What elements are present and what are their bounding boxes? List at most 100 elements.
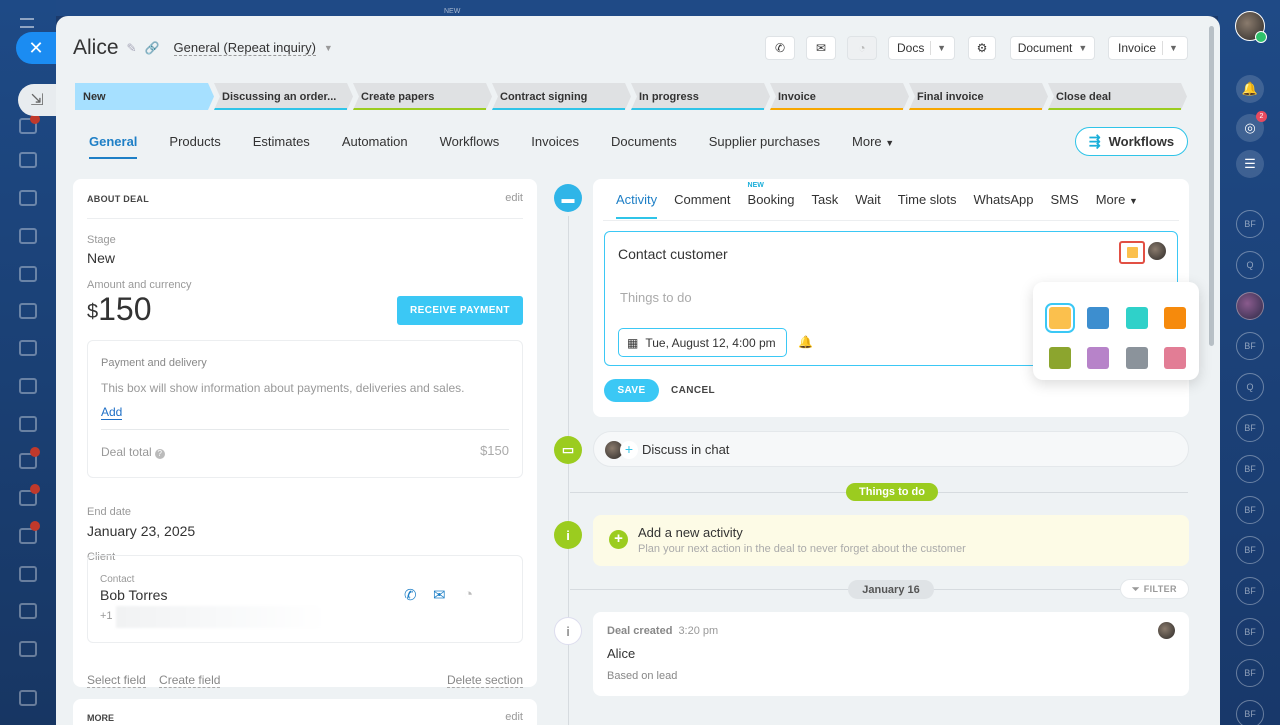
sites-icon[interactable] — [19, 566, 37, 582]
right-contact-avatar[interactable]: BF — [1236, 577, 1264, 606]
stage-4[interactable]: In progress — [631, 83, 770, 110]
about-edit-link[interactable]: edit — [505, 192, 523, 204]
right-contact-avatar[interactable]: BF — [1236, 210, 1264, 238]
right-contact-avatar[interactable] — [1236, 291, 1264, 320]
tab-documents[interactable]: Documents — [611, 134, 677, 159]
tab-products[interactable]: Products — [169, 134, 220, 159]
right-contact-avatar[interactable]: Q — [1236, 250, 1264, 279]
shield-icon[interactable] — [19, 190, 37, 206]
receive-payment-button[interactable]: RECEIVE PAYMENT — [397, 296, 523, 325]
more-edit-link[interactable]: edit — [505, 711, 523, 723]
scrollbar[interactable] — [1209, 26, 1214, 346]
deadline-picker[interactable]: ▦ Tue, August 12, 4:00 pm — [618, 328, 787, 357]
tab-wait[interactable]: Wait — [855, 192, 881, 219]
calendar-icon[interactable] — [19, 228, 37, 244]
color-swatch[interactable] — [1126, 347, 1148, 369]
user-avatar[interactable] — [1235, 11, 1267, 43]
phone-icon[interactable]: ✆ — [404, 586, 417, 604]
add-payment-link[interactable]: Add — [101, 405, 123, 420]
feed-icon[interactable] — [19, 152, 37, 168]
category-selector[interactable]: General (Repeat inquiry) — [173, 40, 316, 56]
right-contact-avatar[interactable]: BF — [1236, 414, 1264, 442]
link-icon[interactable]: 🔗 — [145, 41, 160, 55]
document-icon[interactable] — [19, 266, 37, 282]
color-swatch[interactable] — [1164, 307, 1186, 329]
chevron-down-icon[interactable]: ▼ — [324, 43, 333, 53]
deal-created-name[interactable]: Alice — [607, 646, 635, 661]
chat-button[interactable]: ◔ — [847, 36, 877, 60]
menu-icon[interactable] — [20, 18, 34, 28]
help-icon[interactable]: ? — [154, 449, 165, 459]
color-swatch[interactable] — [1164, 347, 1186, 369]
filter-button[interactable]: ⏷ FILTER — [1120, 579, 1189, 599]
board-icon[interactable] — [19, 303, 37, 319]
call-button[interactable]: ✆ — [765, 36, 795, 60]
close-panel-button[interactable]: ✕ — [16, 32, 56, 64]
stage-2[interactable]: Create papers — [353, 83, 492, 110]
settings-button[interactable]: ⚙ — [968, 36, 996, 60]
tab-activity[interactable]: Activity — [616, 192, 658, 219]
edit-pencil-icon[interactable]: ✎ — [127, 41, 137, 55]
tab-general[interactable]: General — [89, 134, 138, 159]
add-participant-icon[interactable]: + — [620, 441, 638, 459]
chat-bubble-icon[interactable]: ☰ — [1236, 150, 1264, 178]
color-picker-button[interactable] — [1119, 241, 1145, 264]
color-swatch[interactable] — [1087, 347, 1109, 369]
mail-icon[interactable]: ✉ — [433, 586, 446, 604]
right-contact-avatar[interactable]: BF — [1236, 699, 1264, 725]
right-contact-avatar[interactable]: Q — [1236, 373, 1264, 402]
workflows-button[interactable]: ⇶ Workflows — [1075, 127, 1188, 156]
right-contact-avatar[interactable]: BF — [1236, 658, 1264, 687]
tab-booking[interactable]: NEW Booking — [748, 182, 795, 219]
tab-invoices[interactable]: Invoices — [531, 134, 579, 159]
add-activity-row[interactable]: + Add a new activity Plan your next acti… — [593, 515, 1189, 566]
tab-comment[interactable]: Comment — [674, 192, 730, 219]
color-swatch[interactable] — [1045, 303, 1075, 333]
end-date-value[interactable]: January 23, 2025 — [87, 523, 195, 539]
responsible-avatar[interactable] — [1148, 242, 1166, 260]
tab-workflows[interactable]: Workflows — [440, 134, 500, 159]
color-swatch[interactable] — [1049, 347, 1071, 369]
select-field-link[interactable]: Select field — [87, 673, 146, 688]
create-field-link[interactable]: Create field — [159, 673, 221, 688]
stage-1[interactable]: Discussing an order... — [214, 83, 353, 110]
store-icon[interactable] — [19, 603, 37, 619]
stage-5[interactable]: Invoice — [770, 83, 909, 110]
print-icon[interactable] — [19, 690, 37, 706]
tab-estimates[interactable]: Estimates — [253, 134, 310, 159]
discuss-in-chat-row[interactable]: + Discuss in chat — [593, 431, 1189, 467]
chat-icon[interactable]: ◔ — [464, 586, 473, 603]
right-contact-avatar[interactable]: BF — [1236, 495, 1264, 524]
mail-icon[interactable] — [19, 378, 37, 394]
document-button[interactable]: Document ▼ — [1010, 36, 1095, 60]
right-contact-avatar[interactable]: BF — [1236, 618, 1264, 646]
minimize-tab-icon[interactable]: ⇲ — [18, 84, 56, 116]
amount-value[interactable]: $150 — [87, 291, 152, 328]
contacts-icon[interactable] — [19, 416, 37, 432]
tab-whatsapp[interactable]: WhatsApp — [974, 192, 1034, 219]
activity-description-input[interactable]: Things to do — [620, 290, 692, 305]
docs-button[interactable]: Docs ▼ — [888, 36, 955, 60]
tab-sms[interactable]: SMS — [1051, 192, 1079, 219]
tab-automation[interactable]: Automation — [342, 134, 408, 159]
tab-time-slots[interactable]: Time slots — [898, 192, 957, 219]
analytics-icon[interactable] — [19, 641, 37, 657]
tab-supplier-purchases[interactable]: Supplier purchases — [709, 134, 820, 159]
target-icon[interactable]: ◎ 2 — [1236, 111, 1267, 142]
email-button[interactable]: ✉ — [806, 36, 836, 60]
activity-title-input[interactable]: Contact customer — [618, 246, 728, 262]
color-swatch[interactable] — [1087, 307, 1109, 329]
color-swatch[interactable] — [1126, 307, 1148, 329]
stage-value[interactable]: New — [87, 250, 115, 266]
stage-6[interactable]: Final invoice — [909, 83, 1048, 110]
reminder-bell-icon[interactable]: 🔔 — [798, 335, 813, 349]
cancel-button[interactable]: CANCEL — [671, 385, 715, 396]
tab-task[interactable]: Task — [812, 192, 839, 219]
tab-more[interactable]: More ▼ — [852, 134, 894, 159]
notifications-bell-icon[interactable]: 🔔 — [1236, 75, 1264, 103]
stage-3[interactable]: Contract signing — [492, 83, 631, 110]
stage-7[interactable]: Close deal — [1048, 83, 1187, 110]
contact-name[interactable]: Bob Torres — [100, 587, 167, 603]
invoice-button[interactable]: Invoice ▼ — [1108, 36, 1188, 60]
save-button[interactable]: SAVE — [604, 379, 659, 402]
